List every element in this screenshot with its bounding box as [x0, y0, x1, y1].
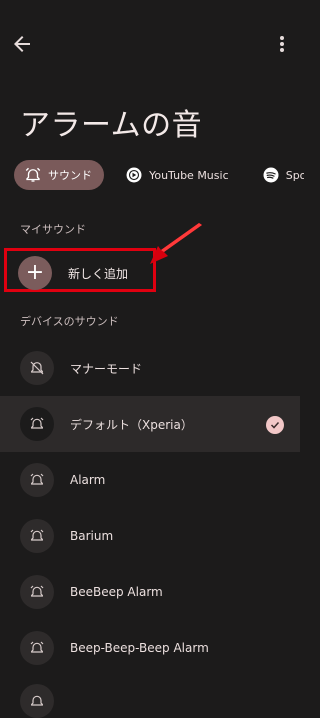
- list-item[interactable]: Beep-Beep-Beep Alarm: [0, 620, 300, 676]
- chip-sound[interactable]: サウンド: [14, 160, 104, 190]
- list-item-partial[interactable]: [0, 678, 300, 718]
- back-arrow-icon[interactable]: [10, 32, 34, 56]
- alarm-bell-icon: [20, 407, 54, 441]
- list-item-label: Alarm: [70, 473, 106, 487]
- page-title: アラームの音: [20, 108, 203, 143]
- chip-spotify[interactable]: Spotify: [252, 160, 304, 190]
- more-options-icon[interactable]: [272, 32, 292, 56]
- add-new-sound-button[interactable]: + 新しく追加: [4, 248, 160, 298]
- list-item-label: Barium: [70, 529, 114, 543]
- my-sounds-heading: マイサウンド: [20, 223, 86, 236]
- chip-spotify-label: Spotify: [285, 168, 304, 182]
- top-app-bar: [0, 0, 300, 90]
- check-icon: [266, 416, 284, 434]
- device-sounds-heading: デバイスのサウンド: [20, 315, 119, 328]
- alarm-bell-icon: [20, 631, 54, 665]
- alarm-bell-icon: [20, 684, 54, 718]
- list-item[interactable]: BeeBeep Alarm: [0, 564, 300, 620]
- alarm-bell-icon: [20, 575, 54, 609]
- alarm-bell-icon: [24, 166, 42, 184]
- chip-youtube-music-label: YouTube Music: [149, 168, 229, 182]
- bell-off-icon: [20, 351, 54, 385]
- list-item[interactable]: マナーモード: [0, 340, 300, 396]
- alarm-bell-icon: [20, 519, 54, 553]
- list-item-selected[interactable]: デフォルト（Xperia）: [0, 396, 300, 452]
- plus-icon: +: [18, 256, 52, 290]
- alarm-bell-icon: [20, 463, 54, 497]
- list-item[interactable]: Barium: [0, 508, 300, 564]
- list-item-label: BeeBeep Alarm: [70, 585, 163, 599]
- add-new-label: 新しく追加: [68, 267, 129, 281]
- list-item-label: マナーモード: [70, 361, 143, 376]
- list-item-label: デフォルト（Xperia）: [70, 417, 193, 432]
- list-item-label: Beep-Beep-Beep Alarm: [70, 641, 209, 655]
- spotify-icon: [262, 166, 280, 184]
- source-chips: サウンド YouTube Music Spotify: [14, 160, 304, 192]
- chip-sound-label: サウンド: [48, 169, 92, 182]
- youtube-music-icon: [125, 166, 143, 184]
- chip-youtube-music[interactable]: YouTube Music: [115, 160, 241, 190]
- list-item[interactable]: Alarm: [0, 452, 300, 508]
- red-pointer-arrow: [150, 223, 202, 264]
